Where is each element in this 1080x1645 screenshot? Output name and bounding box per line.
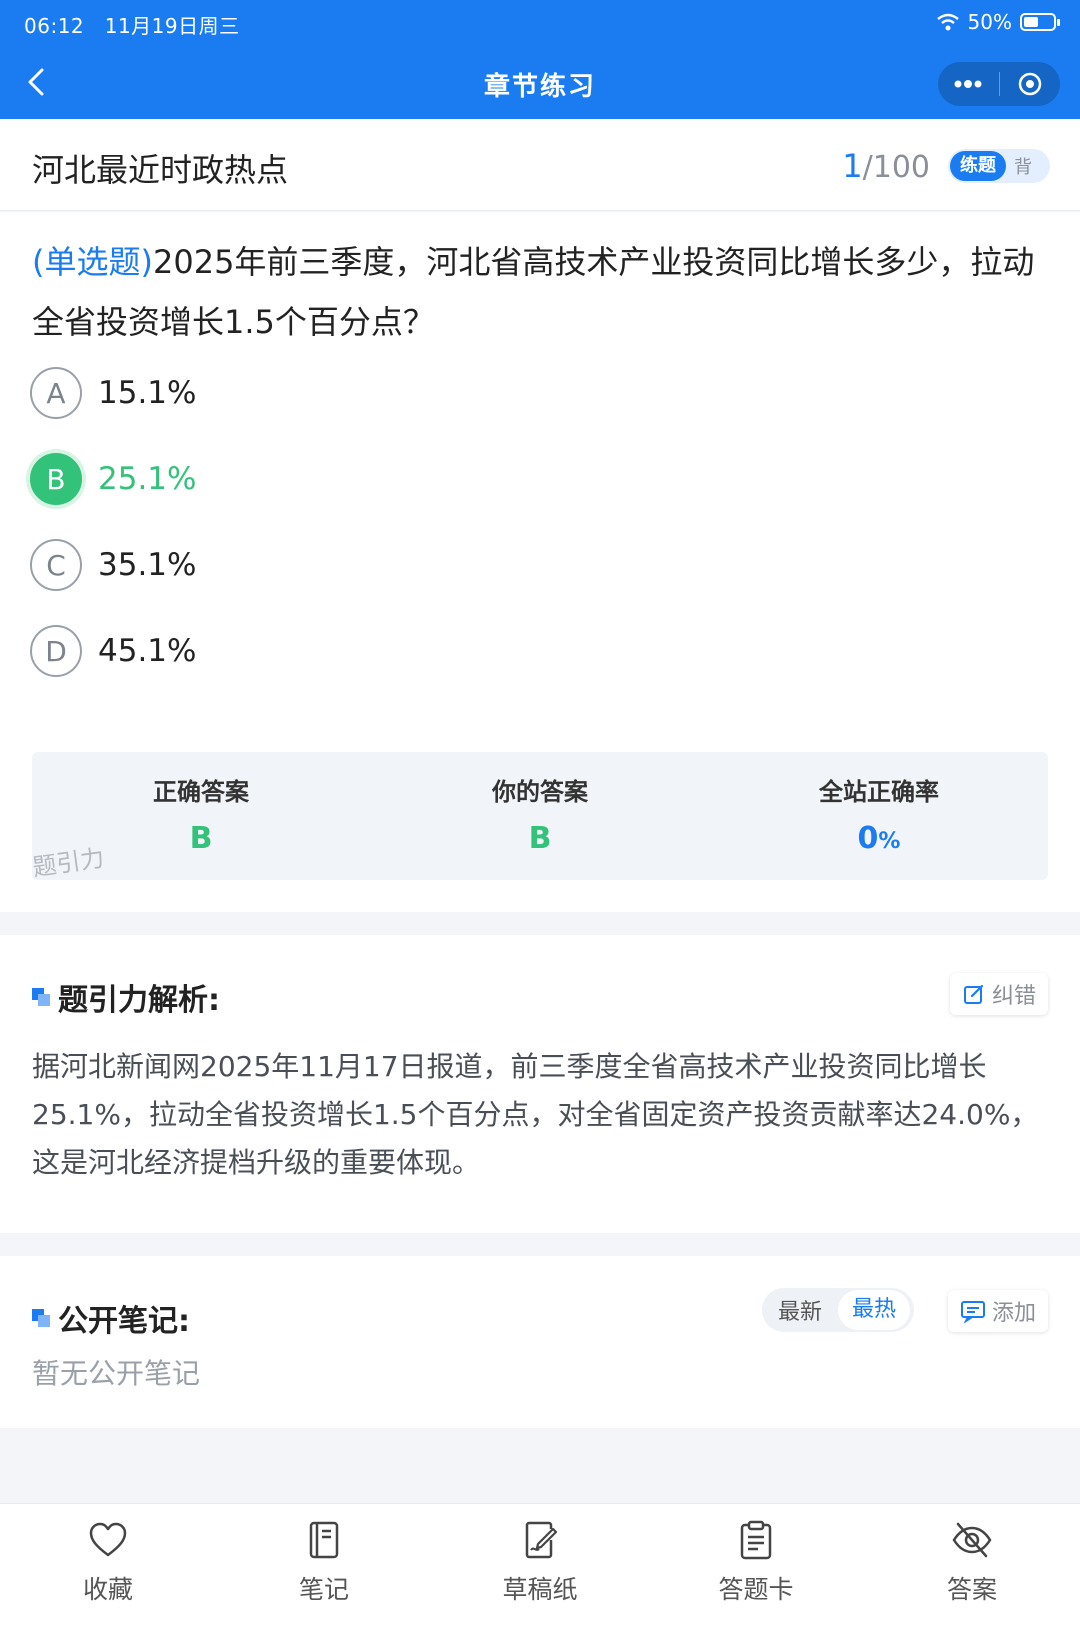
more-dots-icon — [954, 80, 982, 88]
question-counter: 1/100 — [842, 147, 930, 185]
heart-icon — [89, 1522, 127, 1557]
status-bar-right: 50% — [936, 10, 1060, 34]
notes-sort-toggle[interactable]: 最新 最热 — [762, 1288, 914, 1332]
close-mini-program-button[interactable] — [1000, 62, 1061, 106]
status-time: 06:12 — [24, 14, 85, 38]
notes-empty-text: 暂无公开笔记 — [32, 1357, 201, 1390]
draft-icon — [525, 1521, 558, 1559]
tab-notes[interactable]: 笔记 — [216, 1504, 432, 1645]
tab-label: 笔记 — [298, 1575, 349, 1604]
question-section: (单选题)2025年前三季度，河北省高技术产业投资同比增长多少，拉动全省投资增长… — [0, 212, 1080, 912]
your-answer-value: B — [528, 821, 552, 856]
edit-icon — [963, 984, 984, 1004]
option-text: 45.1% — [98, 633, 197, 669]
tab-label: 收藏 — [82, 1575, 133, 1604]
more-button[interactable] — [938, 62, 999, 106]
battery-percent: 50% — [967, 10, 1012, 34]
report-error-label: 纠错 — [991, 984, 1036, 1009]
target-icon — [1018, 72, 1041, 96]
status-bar-left: 06:12 11月19日周三 — [24, 10, 240, 39]
accuracy-label: 全站正确率 — [819, 778, 939, 806]
option-text: 15.1% — [98, 375, 197, 411]
mode-memorize[interactable]: 背 — [1006, 153, 1032, 179]
analysis-card: 题引力解析: 纠错 据河北新闻网2025年11月17日报道，前三季度全省高技术产… — [0, 935, 1080, 1233]
your-answer-label: 你的答案 — [492, 778, 588, 806]
accuracy-column: 全站正确率 0% — [710, 772, 1048, 856]
mode-toggle[interactable]: 练题 背 — [948, 149, 1050, 183]
wifi-icon — [936, 13, 959, 31]
page-title: 章节练习 — [483, 72, 596, 102]
tab-draft[interactable]: 草稿纸 — [432, 1504, 648, 1645]
accuracy-value: 0% — [710, 821, 1048, 856]
sort-hottest[interactable]: 最热 — [838, 1290, 910, 1330]
add-note-button[interactable]: 添加 — [947, 1290, 1048, 1332]
notes-title: 公开笔记: — [58, 1304, 190, 1339]
analysis-title: 题引力解析: — [58, 983, 220, 1018]
answer-result-panel: 正确答案 B 你的答案 B 全站正确率 0% — [32, 752, 1048, 880]
option-d[interactable]: D 45.1% — [30, 624, 196, 678]
current-question-number: 1 — [842, 147, 863, 185]
option-letter: D — [30, 625, 82, 677]
tab-label: 答题卡 — [718, 1575, 794, 1604]
analysis-text: 据河北新闻网2025年11月17日报道，前三季度全省高技术产业投资同比增长25.… — [32, 1050, 1039, 1179]
sort-newest[interactable]: 最新 — [762, 1294, 838, 1326]
mode-practice[interactable]: 练题 — [950, 151, 1006, 181]
option-letter: A — [30, 367, 82, 419]
option-text: 25.1% — [98, 461, 197, 497]
section-marker-icon — [32, 1309, 50, 1327]
tab-favorite[interactable]: 收藏 — [0, 1504, 216, 1645]
notebook-icon — [309, 1521, 339, 1559]
tab-answer-sheet[interactable]: 答题卡 — [648, 1504, 864, 1645]
add-note-label: 添加 — [991, 1301, 1036, 1326]
question-text: (单选题)2025年前三季度，河北省高技术产业投资同比增长多少，拉动全省投资增长… — [32, 232, 1052, 352]
eye-off-icon — [952, 1522, 992, 1558]
option-c[interactable]: C 35.1% — [30, 538, 196, 592]
report-error-button[interactable]: 纠错 — [949, 973, 1048, 1015]
question-type: (单选题) — [32, 243, 153, 281]
tab-answer[interactable]: 答案 — [864, 1504, 1080, 1645]
section-marker-icon — [32, 988, 50, 1006]
option-letter: B — [30, 453, 82, 505]
option-b[interactable]: B 25.1% — [30, 452, 196, 506]
status-date: 11月19日周三 — [104, 14, 240, 38]
battery-icon — [1020, 13, 1060, 31]
notes-header: 公开笔记: — [32, 1296, 190, 1340]
comment-icon — [960, 1301, 985, 1323]
bottom-tab-bar: 收藏 笔记 草稿纸 答题卡 答案 — [0, 1503, 1080, 1645]
mini-program-capsule — [938, 62, 1060, 106]
clipboard-icon — [740, 1520, 772, 1560]
notes-card: 公开笔记: 最新 最热 添加 暂无公开笔记 — [0, 1256, 1080, 1428]
your-answer-column: 你的答案 B — [371, 772, 709, 856]
accuracy-unit: % — [878, 829, 901, 854]
top-bar: 06:12 11月19日周三 50% 章节练习 — [0, 0, 1080, 119]
analysis-header: 题引力解析: — [32, 975, 220, 1019]
chapter-title: 河北最近时政热点 — [32, 151, 289, 189]
total-questions: /100 — [862, 150, 930, 185]
correct-answer-label: 正确答案 — [153, 778, 249, 806]
tab-label: 草稿纸 — [502, 1575, 578, 1604]
option-text: 35.1% — [98, 547, 197, 583]
accuracy-number: 0 — [857, 821, 879, 856]
question-header: 河北最近时政热点 1/100 练题 背 — [0, 119, 1080, 211]
option-a[interactable]: A 15.1% — [30, 366, 196, 420]
question-stem: 2025年前三季度，河北省高技术产业投资同比增长多少，拉动全省投资增长1.5个百… — [32, 243, 1035, 341]
option-letter: C — [30, 539, 82, 591]
tab-label: 答案 — [946, 1575, 997, 1604]
